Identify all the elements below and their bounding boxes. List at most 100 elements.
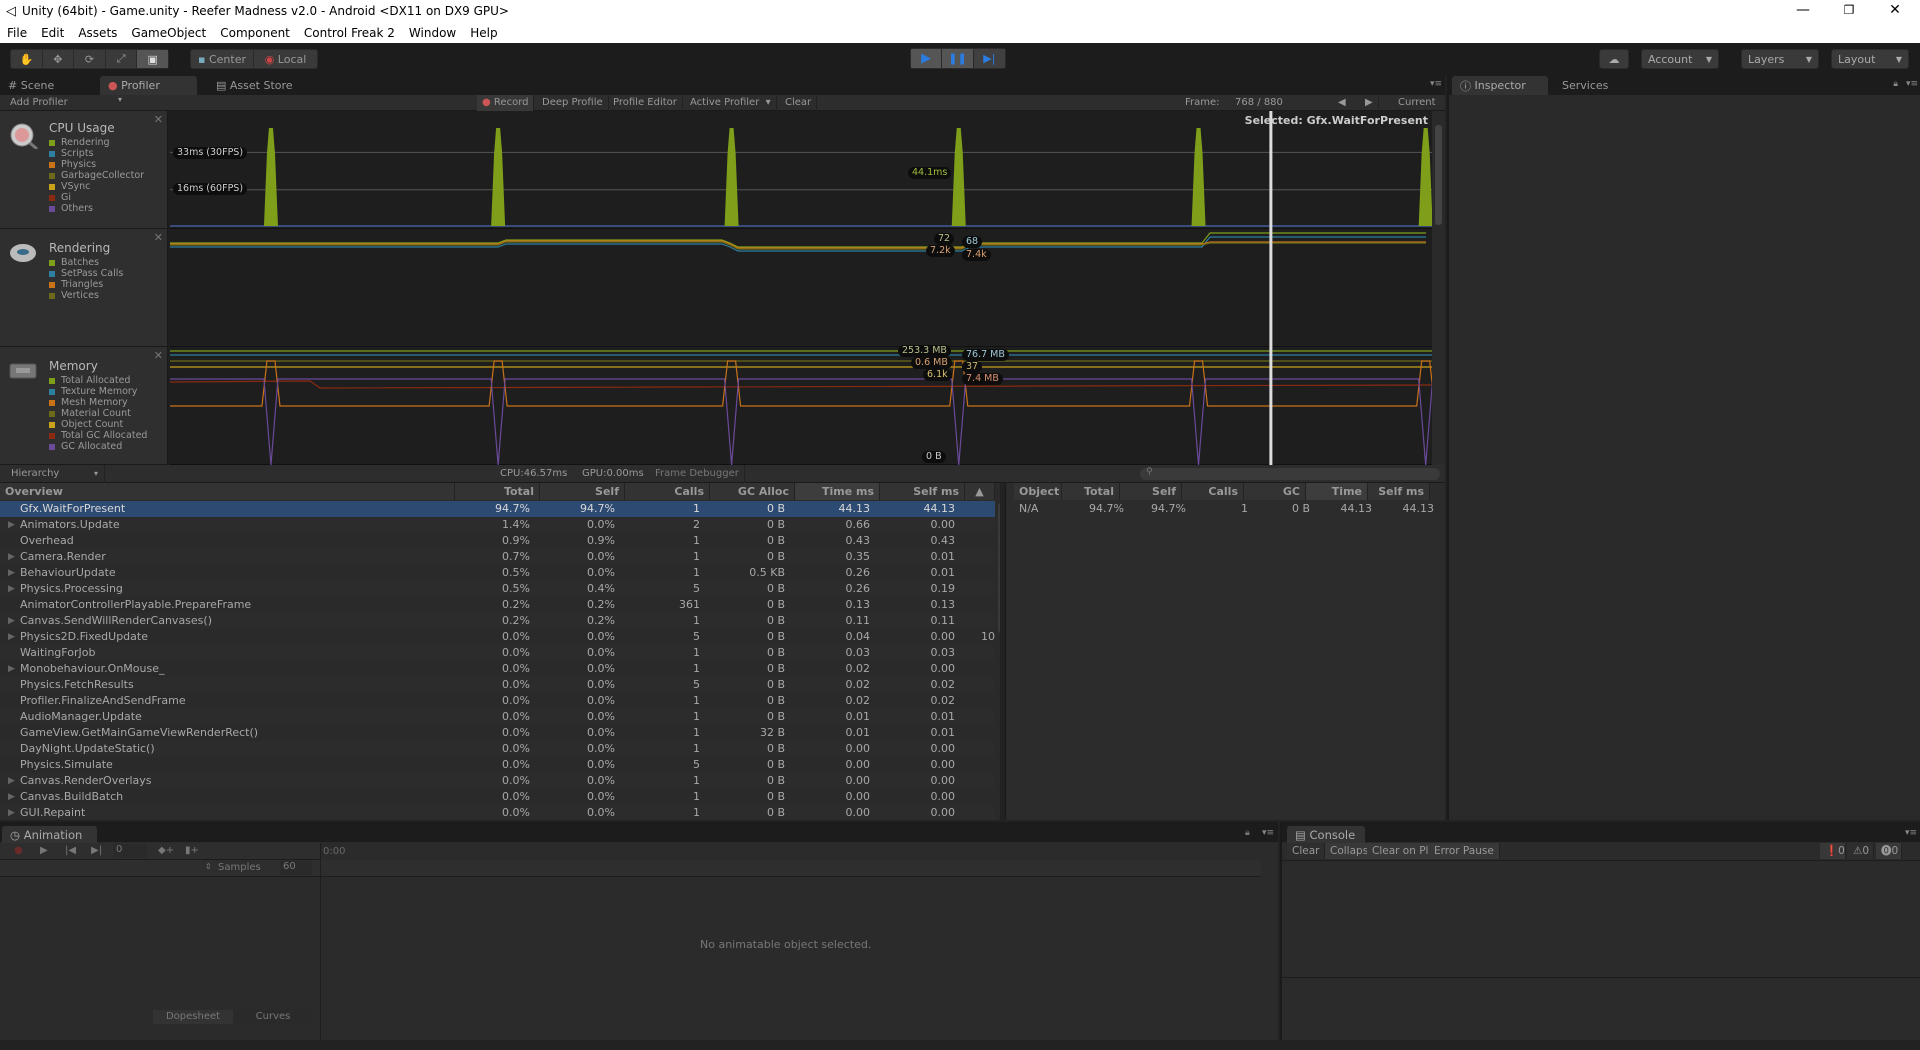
column-calls[interactable]: Calls (625, 483, 710, 500)
next-frame-button[interactable]: ▶ (1360, 95, 1379, 111)
deep-profile-toggle[interactable]: Deep Profile (537, 95, 609, 111)
table-row[interactable]: Physics.FetchResults 0.0% 0.0% 5 0 B 0.02 0.02 (0, 677, 995, 693)
scale-tool-icon[interactable]: ⤢ (106, 50, 138, 68)
current-frame-button[interactable]: Current (1390, 95, 1441, 111)
cloud-button[interactable]: ☁ (1599, 49, 1629, 69)
expand-arrow-icon[interactable]: ▶ (8, 661, 15, 677)
add-event-button[interactable]: ▮+ (185, 845, 199, 856)
table-row[interactable]: ▶ Monobehaviour.OnMouse_ 0.0% 0.0% 1 0 B 0.02 0… (0, 661, 995, 677)
table-row[interactable]: Profiler.FinalizeAndSendFrame 0.0% 0.0% 1 0 … (0, 693, 995, 709)
menu-window[interactable]: Window (402, 26, 463, 40)
column-gc-alloc[interactable]: GC Alloc (710, 483, 795, 500)
column-object-time-ms[interactable]: Time ms (1306, 483, 1368, 515)
active-profiler-dropdown[interactable]: Active Profiler ▾ (685, 95, 777, 111)
panel-menu-icon[interactable]: ▾≡ (1905, 828, 1917, 838)
table-row[interactable]: ▶ Physics.Processing 0.5% 0.4% 5 0 B 0.26 0.19 (0, 581, 995, 597)
column-overview[interactable]: Overview (0, 483, 455, 500)
play-button[interactable]: ▶ (911, 49, 943, 68)
search-input[interactable]: ⚲ (1140, 467, 1440, 480)
column-object[interactable]: Object (1014, 483, 1062, 500)
table-row[interactable]: ▶ Canvas.RenderOverlays 0.0% 0.0% 1 0 B 0.00 0.… (0, 773, 995, 789)
legend-item-physics[interactable]: Physics (49, 159, 144, 170)
timeline-ruler[interactable] (321, 860, 1261, 877)
samples-field[interactable]: 60 (280, 861, 312, 875)
lock-icon[interactable]: 🔒︎ (1893, 79, 1898, 89)
console-split[interactable] (1282, 977, 1920, 978)
table-row[interactable]: DayNight.UpdateStatic() 0.0% 0.0% 1 0 B 0.00 0… (0, 741, 995, 757)
layers-dropdown[interactable]: Layers ▼ (1741, 49, 1819, 69)
table-row[interactable]: AudioManager.Update 0.0% 0.0% 1 0 B 0.01 0.01 (0, 709, 995, 725)
table-row[interactable]: ▶ Animators.Update 1.4% 0.0% 2 0 B 0.66 0.00 (0, 517, 995, 533)
record-animation-button[interactable]: ● (14, 845, 23, 856)
next-keyframe-button[interactable]: ▶| (91, 845, 102, 856)
legend-item-vertices[interactable]: Vertices (49, 290, 123, 301)
legend-item-garbagecollector[interactable]: GarbageCollector (49, 170, 144, 181)
legend-item-texture-memory[interactable]: Texture Memory (49, 386, 147, 397)
expand-arrow-icon[interactable]: ▶ (8, 565, 15, 581)
tab-curves[interactable]: Curves (233, 1010, 313, 1024)
tab-animation[interactable]: ◷ Animation (2, 826, 97, 843)
table-row[interactable]: ▶ Canvas.SendWillRenderCanvases() 0.2% 0.2%… (0, 613, 995, 629)
column-self-ms[interactable]: Self ms (880, 483, 965, 500)
column-total[interactable]: Total (455, 483, 540, 500)
menu-file[interactable]: File (0, 26, 34, 40)
add-keyframe-button[interactable]: ◆+ (158, 845, 174, 856)
clear-profiler-button[interactable]: Clear (780, 95, 818, 111)
graphs-scrollbar[interactable] (1432, 111, 1445, 465)
close-icon[interactable]: ✕ (154, 113, 163, 126)
table-row[interactable]: ▶ BehaviourUpdate 0.5% 0.0% 1 0.5 KB 0.26 0.01 (0, 565, 995, 581)
legend-item-object-count[interactable]: Object Count (49, 419, 147, 430)
tab-dopesheet[interactable]: Dopesheet (153, 1010, 233, 1024)
column-object-calls[interactable]: Calls (1182, 483, 1244, 500)
move-tool-icon[interactable]: ✥ (43, 50, 75, 68)
tab-scene[interactable]: # Scene (0, 76, 95, 95)
rendering-chart[interactable]: 72 7.2k 68 7.4k (170, 229, 1432, 347)
menu-gameobject[interactable]: GameObject (124, 26, 213, 40)
prev-frame-button[interactable]: ◀ (1333, 95, 1351, 111)
pivot-local-button[interactable]: ◉ Local (254, 50, 317, 68)
menu-component[interactable]: Component (213, 26, 297, 40)
legend-item-triangles[interactable]: Triangles (49, 279, 123, 290)
pause-button[interactable]: ❚❚ (942, 49, 974, 68)
table-row[interactable]: ▶ Physics2D.FixedUpdate 0.0% 0.0% 5 0 B 0.04 0.… (0, 629, 995, 645)
memory-module[interactable]: Memory Total Allocated Texture Memory Mesh… (0, 347, 168, 465)
tab-profiler[interactable]: ● Profiler (100, 76, 197, 95)
frame-field[interactable]: 0 (113, 844, 147, 858)
frame-debugger-button[interactable]: Frame Debugger (655, 465, 745, 483)
panel-menu-icon[interactable]: ▾≡ (1430, 79, 1442, 89)
pivot-center-button[interactable]: ▪ Center (191, 50, 255, 68)
warning-filter-toggle[interactable]: ⚠0 (1848, 843, 1874, 859)
close-icon[interactable]: ✕ (154, 349, 163, 362)
table-row[interactable]: Overhead 0.9% 0.9% 1 0 B 0.43 0.43 (0, 533, 995, 549)
panel-menu-icon[interactable]: ▾≡ (1262, 828, 1274, 838)
expand-arrow-icon[interactable]: ▶ (8, 789, 15, 805)
table-row[interactable]: ▶ GUI.Repaint 0.0% 0.0% 1 0 B 0.00 0.00 (0, 805, 995, 820)
tab-services[interactable]: Services (1554, 76, 1634, 95)
legend-item-gc-allocated[interactable]: GC Allocated (49, 441, 147, 452)
legend-item-rendering[interactable]: Rendering (49, 137, 144, 148)
legend-item-total-allocated[interactable]: Total Allocated (49, 375, 147, 386)
table-row[interactable]: Physics.Simulate 0.0% 0.0% 5 0 B 0.00 0.00 (0, 757, 995, 773)
rotate-tool-icon[interactable]: ⟳ (74, 50, 106, 68)
view-mode-dropdown[interactable]: Hierarchy ▾ (5, 465, 105, 483)
console-error-pause-toggle[interactable]: Error Pause (1429, 843, 1500, 859)
legend-item-scripts[interactable]: Scripts (49, 148, 144, 159)
account-dropdown[interactable]: Account ▼ (1641, 49, 1719, 69)
table-row[interactable]: ▶ Camera.Render 0.7% 0.0% 1 0 B 0.35 0.01 (0, 549, 995, 565)
legend-item-batches[interactable]: Batches (49, 257, 123, 268)
warning-column-icon[interactable]: ▲ (965, 483, 995, 500)
table-row[interactable]: GameView.GetMainGameViewRenderRect() 0.0%… (0, 725, 995, 741)
expand-arrow-icon[interactable]: ▶ (8, 629, 15, 645)
menu-edit[interactable]: Edit (34, 26, 71, 40)
step-button[interactable]: ▶| (973, 49, 1005, 68)
hand-tool-icon[interactable]: ✋ (11, 50, 43, 68)
prev-keyframe-button[interactable]: |◀ (65, 845, 76, 856)
lock-icon[interactable]: 🔒︎ (1245, 828, 1250, 838)
expand-arrow-icon[interactable]: ▶ (8, 805, 15, 820)
legend-item-total-gc-allocated[interactable]: Total GC Allocated (49, 430, 147, 441)
panel-menu-icon[interactable]: ▾≡ (1906, 79, 1918, 89)
menu-control-freak[interactable]: Control Freak 2 (297, 26, 402, 40)
play-animation-button[interactable]: ▶ (40, 845, 48, 856)
legend-item-others[interactable]: Others (49, 203, 144, 214)
info-filter-toggle[interactable]: ❗0 (1820, 843, 1846, 859)
